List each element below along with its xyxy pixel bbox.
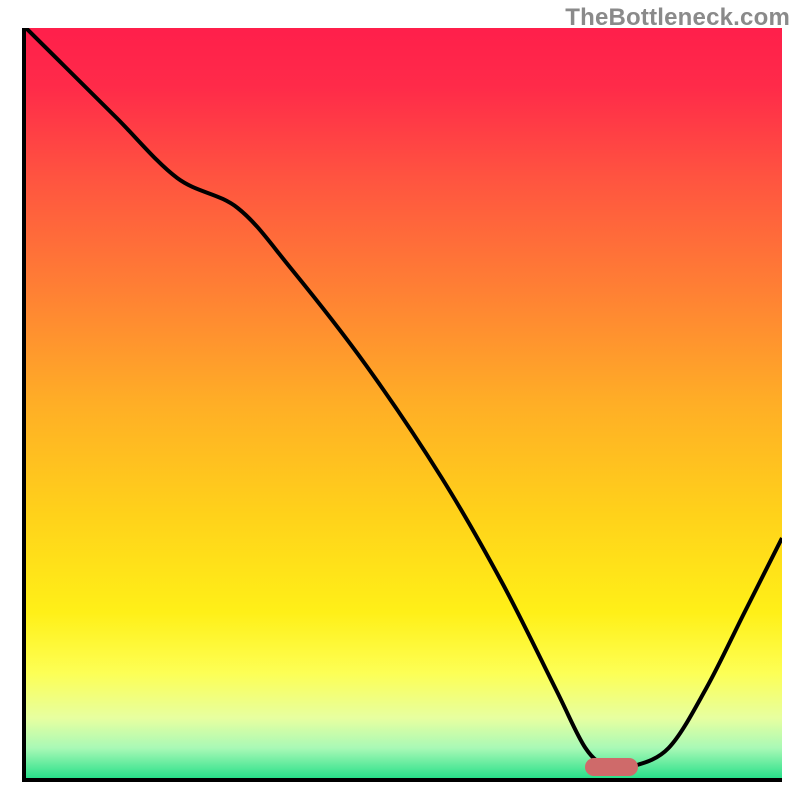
- plot-area: [22, 28, 782, 782]
- optimal-range-marker: [585, 758, 638, 776]
- heat-gradient-background: [26, 28, 782, 778]
- chart-container: TheBottleneck.com: [0, 0, 800, 800]
